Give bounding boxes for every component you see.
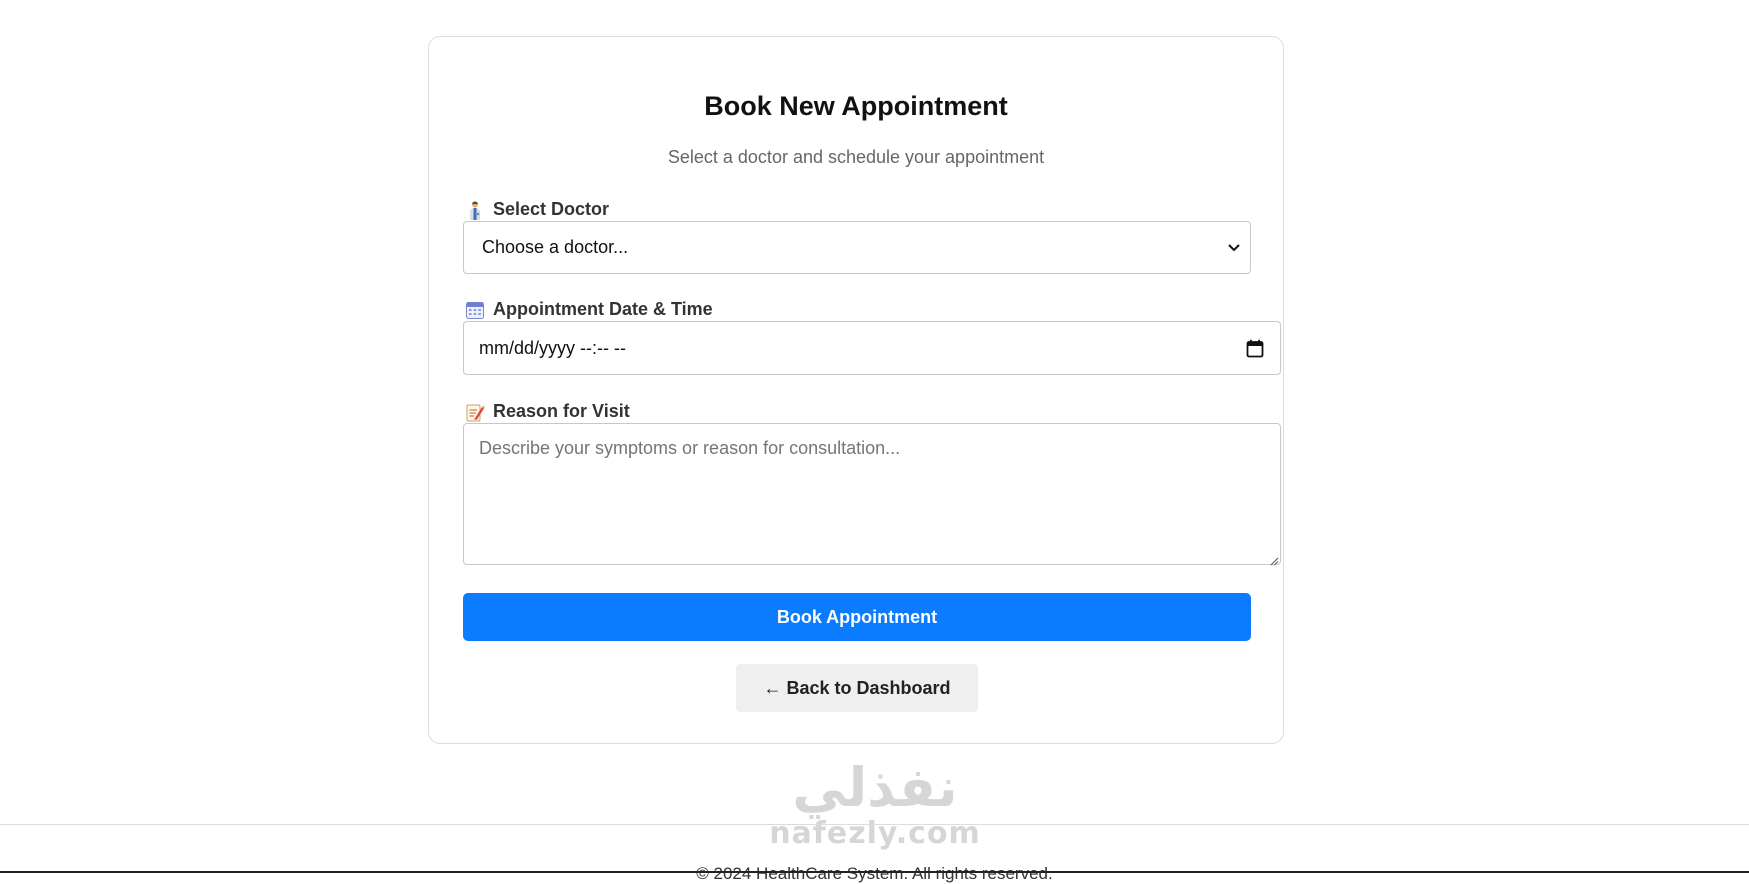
footer-copyright: © 2024 HealthCare System. All rights res… [696, 864, 1053, 883]
doctor-icon [465, 200, 485, 220]
datetime-label: Appointment Date & Time [465, 299, 713, 320]
datetime-input[interactable]: mm/dd/yyyy --:-- -- [463, 321, 1281, 375]
page-subtitle: Select a doctor and schedule your appoin… [667, 147, 1045, 167]
memo-icon [465, 402, 485, 422]
resize-grip-icon[interactable] [1269, 553, 1279, 566]
chevron-down-icon [1226, 237, 1242, 257]
datetime-input-value: mm/dd/yyyy --:-- -- [479, 337, 626, 358]
appointment-card: Book New Appointment Select a doctor and… [428, 36, 1284, 744]
watermark-latin: nafezly.com [769, 816, 981, 851]
book-appointment-button[interactable]: Book Appointment [463, 593, 1251, 641]
nafezly-watermark-logo: نفذلي nafezly.com [760, 758, 990, 873]
calendar-icon [465, 300, 485, 320]
back-to-dashboard-button[interactable]: ← Back to Dashboard [736, 664, 978, 712]
datetime-label-text: Appointment Date & Time [493, 299, 713, 319]
reason-label-text: Reason for Visit [493, 401, 630, 421]
reason-textarea[interactable] [463, 423, 1281, 565]
doctor-select-value: Choose a doctor... [482, 237, 629, 257]
reason-label: Reason for Visit [465, 401, 630, 422]
doctor-label-text: Select Doctor [493, 199, 610, 219]
footer-divider [0, 824, 1749, 825]
page-title: Book New Appointment [704, 91, 1008, 121]
calendar-picker-icon[interactable] [1246, 339, 1264, 358]
doctor-select[interactable]: Choose a doctor... [463, 221, 1251, 274]
doctor-label: Select Doctor [465, 199, 609, 220]
watermark-arabic: نفذلي [792, 756, 958, 819]
